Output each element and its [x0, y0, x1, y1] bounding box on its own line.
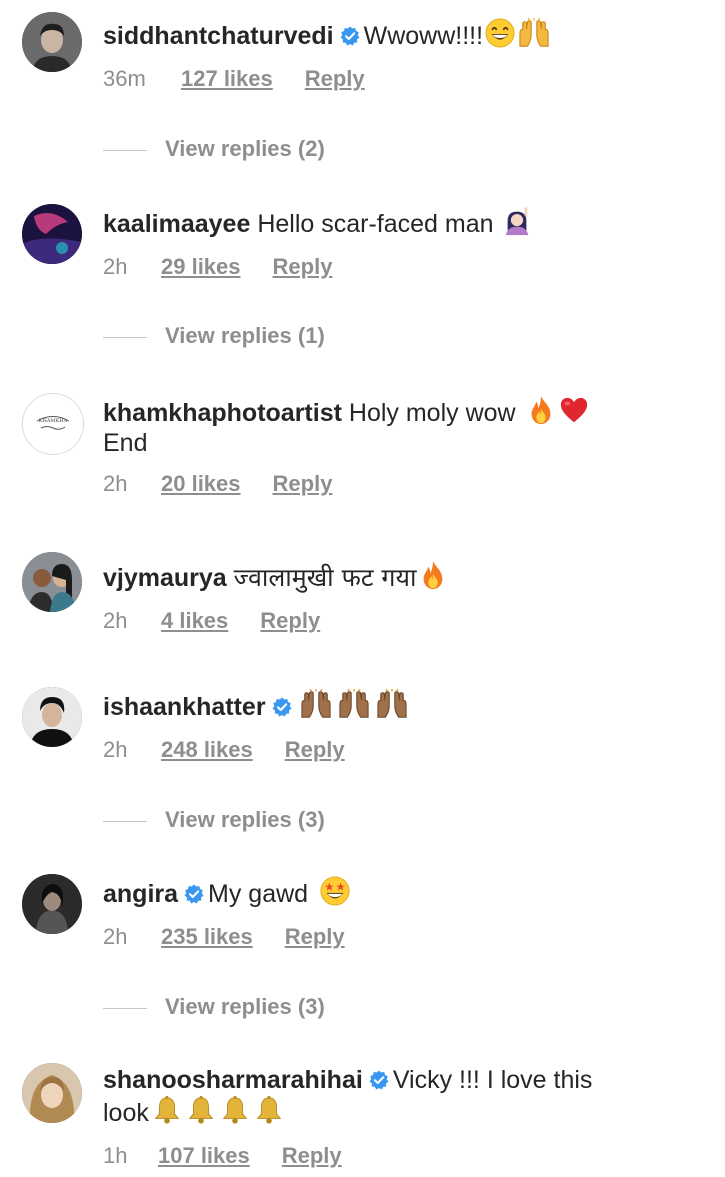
- reply-button[interactable]: Reply: [305, 66, 365, 92]
- reply-button[interactable]: Reply: [285, 924, 345, 950]
- username[interactable]: shanoosharmarahihai: [103, 1066, 363, 1094]
- verified-badge-icon: [369, 1070, 389, 1090]
- username[interactable]: ishaankhatter: [103, 693, 266, 721]
- verified-badge-icon: [340, 26, 360, 46]
- avatar[interactable]: [22, 204, 82, 264]
- reply-button[interactable]: Reply: [282, 1143, 342, 1169]
- comment-text: Hello scar-faced man: [257, 210, 494, 238]
- username[interactable]: angira: [103, 880, 178, 908]
- timestamp: 2h: [103, 254, 128, 279]
- bell-icon: [151, 1095, 183, 1125]
- timestamp: 36m: [103, 66, 146, 91]
- raising-hands-icon: [298, 689, 334, 719]
- view-replies-button[interactable]: View replies (2): [103, 136, 325, 164]
- avatar[interactable]: [22, 12, 82, 72]
- comment-body: kaalimaayee Hello scar-faced man: [103, 206, 703, 239]
- comment-meta: 36m 127 likes Reply: [103, 66, 365, 94]
- reply-button[interactable]: Reply: [273, 254, 333, 280]
- likes-link[interactable]: 127 likes: [181, 66, 273, 92]
- likes-link[interactable]: 235 likes: [161, 924, 253, 950]
- likes-link[interactable]: 29 likes: [161, 254, 241, 280]
- timestamp: 2h: [103, 924, 128, 949]
- comment-body: vjymaurya ज्वालामुखी फट गया: [103, 560, 703, 593]
- comment-text-continued: End: [103, 429, 148, 457]
- avatar[interactable]: [22, 687, 82, 747]
- username[interactable]: khamkhaphotoartist: [103, 399, 342, 427]
- comment-meta: 2h 248 likes Reply: [103, 737, 345, 765]
- fire-icon: [418, 560, 448, 590]
- avatar[interactable]: KHAMKHA: [22, 393, 84, 455]
- timestamp: 2h: [103, 737, 128, 762]
- star-struck-icon: [320, 876, 350, 906]
- bell-icon: [219, 1095, 251, 1125]
- verified-badge-icon: [272, 697, 292, 717]
- comment-text: Vicky !!! I love this: [392, 1066, 593, 1094]
- bell-icon: [185, 1095, 217, 1125]
- red-heart-icon: [558, 395, 590, 425]
- username[interactable]: kaalimaayee: [103, 210, 250, 238]
- comment-body: khamkhaphotoartist Holy moly wow End: [103, 395, 703, 458]
- likes-link[interactable]: 107 likes: [158, 1143, 250, 1169]
- reply-button[interactable]: Reply: [273, 471, 333, 497]
- timestamp: 2h: [103, 471, 128, 496]
- reply-button[interactable]: Reply: [260, 608, 320, 634]
- view-replies-button[interactable]: View replies (1): [103, 323, 325, 351]
- verified-badge-icon: [184, 884, 204, 904]
- raising-hands-icon: [517, 18, 551, 48]
- bell-icon: [253, 1095, 285, 1125]
- view-replies-label: View replies (3): [165, 994, 325, 1019]
- comment-body: ishaankhatter: [103, 689, 703, 722]
- timestamp: 2h: [103, 608, 128, 633]
- likes-link[interactable]: 248 likes: [161, 737, 253, 763]
- comment-body: angira My gawd: [103, 876, 703, 909]
- comment-text: Wwoww!!!!: [363, 22, 484, 50]
- comment-meta: 2h 4 likes Reply: [103, 608, 320, 636]
- likes-link[interactable]: 20 likes: [161, 471, 241, 497]
- comment-meta: 2h 235 likes Reply: [103, 924, 345, 952]
- likes-link[interactable]: 4 likes: [161, 608, 228, 634]
- avatar[interactable]: [22, 1063, 82, 1123]
- comment-meta: 1h 107 likes Reply: [103, 1143, 342, 1171]
- svg-text:KHAMKHA: KHAMKHA: [39, 418, 68, 424]
- divider: [103, 1007, 147, 1009]
- view-replies-button[interactable]: View replies (3): [103, 807, 325, 835]
- comment-text: ज्वालामुखी फट गया: [233, 563, 417, 592]
- reply-button[interactable]: Reply: [285, 737, 345, 763]
- comment-meta: 2h 29 likes Reply: [103, 254, 332, 282]
- username[interactable]: siddhantchaturvedi: [103, 22, 334, 50]
- grinning-face-icon: [485, 18, 515, 48]
- raising-hands-icon: [336, 689, 372, 719]
- comment-meta: 2h 20 likes Reply: [103, 471, 332, 499]
- username[interactable]: vjymaurya: [103, 564, 227, 592]
- comment-text-continued: look: [103, 1099, 149, 1127]
- divider: [103, 336, 147, 338]
- timestamp: 1h: [103, 1143, 128, 1168]
- avatar[interactable]: [22, 552, 82, 612]
- view-replies-label: View replies (3): [165, 807, 325, 832]
- raising-hands-icon: [374, 689, 410, 719]
- view-replies-label: View replies (1): [165, 323, 325, 348]
- view-replies-button[interactable]: View replies (3): [103, 994, 325, 1022]
- fire-icon: [526, 395, 556, 425]
- view-replies-label: View replies (2): [165, 136, 325, 161]
- comment-text: Holy moly wow: [348, 399, 516, 427]
- comment-body: siddhantchaturvedi Wwoww!!!!: [103, 18, 703, 51]
- avatar[interactable]: [22, 874, 82, 934]
- divider: [103, 820, 147, 822]
- comment-body: shanoosharmarahihai Vicky !!! I love this…: [103, 1065, 703, 1128]
- raising-hand-woman-icon: [502, 206, 532, 236]
- comment-text: My gawd: [208, 880, 309, 908]
- divider: [103, 149, 147, 151]
